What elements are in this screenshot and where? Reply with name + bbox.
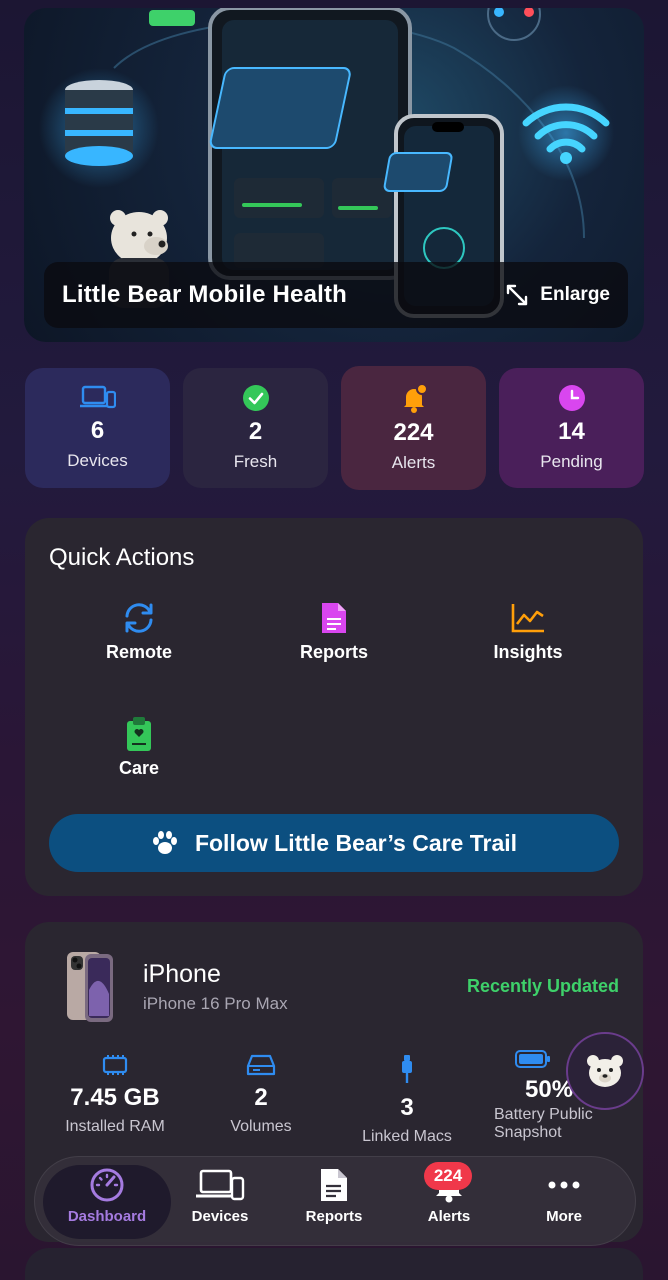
paw-icon	[152, 831, 177, 854]
clipboard-heart-icon	[127, 717, 151, 751]
device-status-badge: Recently Updated	[466, 976, 619, 996]
document-icon	[321, 1169, 347, 1201]
tab-label: Dashboard	[67, 1208, 147, 1225]
tab-reports[interactable]: Reports	[276, 1165, 392, 1239]
metric-label: Volumes	[230, 1118, 292, 1135]
metric-value: 50%	[525, 1076, 574, 1103]
tab-more[interactable]: More	[506, 1165, 622, 1239]
check-circle-icon	[242, 385, 269, 411]
chart-line-icon	[511, 604, 544, 633]
care-trail-label: Follow Little Bear’s Care Trail	[194, 829, 518, 856]
iphone-image	[67, 952, 113, 1022]
hero-title: Little Bear Mobile Health	[62, 281, 348, 308]
quick-actions-card: Quick Actions Remote Reports Insights Ca…	[25, 518, 643, 896]
bear-icon	[587, 1055, 623, 1087]
stat-label: Alerts	[391, 453, 436, 472]
hero-caption: Little Bear Mobile Health Enlarge	[44, 262, 628, 328]
stat-label: Devices	[67, 451, 128, 470]
action-label: Remote	[105, 642, 172, 662]
expand-icon	[507, 284, 528, 306]
stat-alerts[interactable]: 224 Alerts	[341, 366, 486, 490]
metric-value: 3	[400, 1094, 414, 1121]
alerts-count-badge: 224	[424, 1162, 472, 1190]
tab-bar: Dashboard Devices Reports Alerts More	[34, 1156, 636, 1246]
hero-banner[interactable]: Little Bear Mobile Health Enlarge	[24, 8, 644, 342]
speedometer-icon	[90, 1168, 124, 1202]
enlarge-button[interactable]: Enlarge	[506, 284, 610, 306]
bear-assistant-button[interactable]	[566, 1032, 644, 1110]
action-care[interactable]: Care	[69, 716, 209, 779]
action-label: Care	[118, 758, 160, 778]
tab-label: More	[546, 1208, 582, 1225]
stat-label: Pending	[540, 452, 603, 471]
tab-label: Reports	[305, 1208, 363, 1225]
stat-value: 2	[248, 418, 263, 445]
device-model: iPhone 16 Pro Max	[143, 994, 288, 1013]
more-icon	[548, 1181, 580, 1189]
next-card-peek	[25, 1248, 643, 1280]
stat-value: 14	[558, 418, 585, 445]
metric-label: Linked Macs	[362, 1128, 452, 1145]
quick-actions-title: Quick Actions	[49, 544, 195, 571]
metric-value: 7.45 GB	[70, 1084, 160, 1111]
action-label: Insights	[493, 642, 563, 662]
stat-value: 6	[90, 417, 105, 444]
metric-volumes: 2 Volumes	[191, 1054, 331, 1136]
tab-label: Devices	[191, 1208, 249, 1225]
drive-icon	[246, 1054, 276, 1076]
action-insights[interactable]: Insights	[458, 600, 598, 663]
refresh-icon	[125, 603, 153, 633]
devices-icon	[196, 1169, 245, 1201]
devices-icon	[79, 385, 116, 409]
metric-linked-macs: 3 Linked Macs	[337, 1054, 477, 1146]
enlarge-label: Enlarge	[540, 284, 610, 305]
tab-label: Alerts	[427, 1208, 471, 1225]
battery-icon	[515, 1050, 550, 1068]
tab-devices[interactable]: Devices	[162, 1165, 278, 1239]
stat-value: 224	[393, 419, 434, 446]
stat-devices[interactable]: 6 Devices	[25, 368, 170, 488]
action-remote[interactable]: Remote	[69, 600, 209, 663]
bell-icon	[403, 383, 428, 413]
tab-dashboard[interactable]: Dashboard	[43, 1165, 171, 1239]
stat-fresh[interactable]: 2 Fresh	[183, 368, 328, 488]
clock-icon	[558, 385, 585, 411]
stat-pending[interactable]: 14 Pending	[499, 368, 644, 488]
device-name: iPhone	[143, 960, 221, 988]
action-label: Reports	[299, 642, 368, 662]
document-icon	[322, 603, 346, 633]
memory-icon	[102, 1055, 128, 1075]
database-icon	[65, 80, 133, 166]
usb-icon	[402, 1055, 412, 1083]
action-reports[interactable]: Reports	[264, 600, 404, 663]
metric-label: Battery Public Snapshot	[494, 1106, 593, 1141]
metric-label: Installed RAM	[65, 1118, 165, 1135]
care-trail-button[interactable]: Follow Little Bear’s Care Trail	[49, 814, 619, 872]
metric-ram: 7.45 GB Installed RAM	[45, 1054, 185, 1136]
metric-value: 2	[254, 1084, 268, 1111]
stat-label: Fresh	[233, 452, 278, 471]
